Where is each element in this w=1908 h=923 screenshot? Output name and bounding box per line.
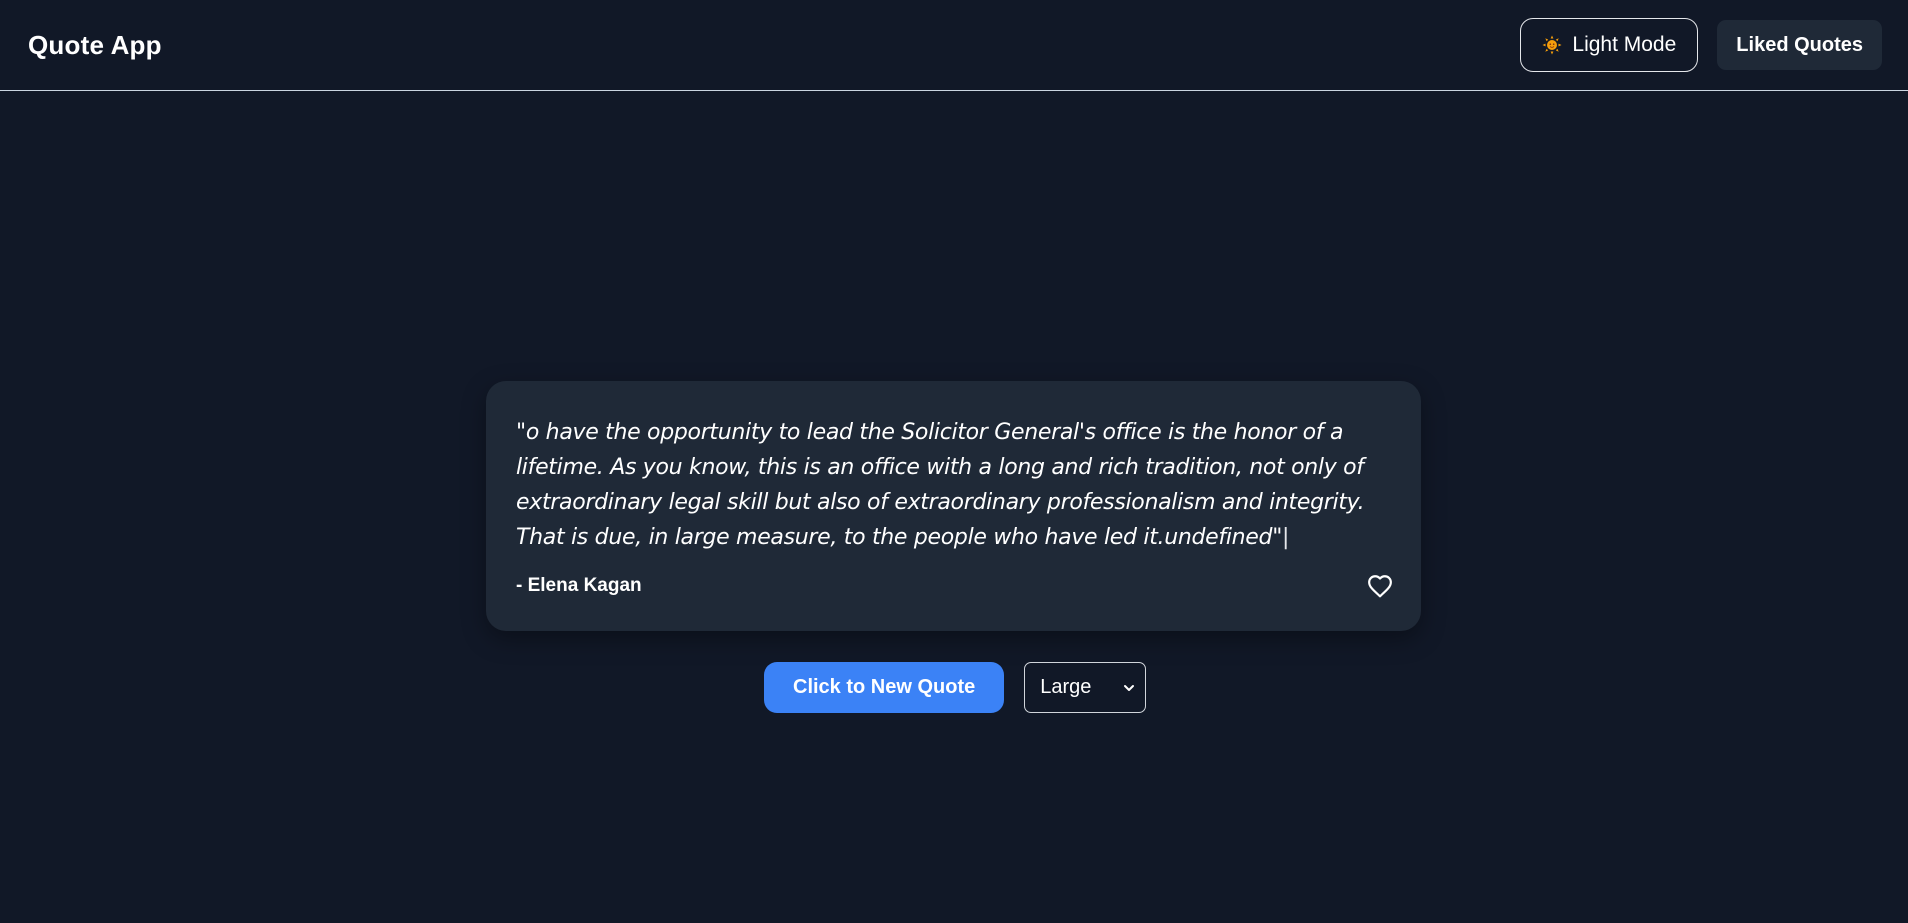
quote-text: "o have the opportunity to lead the Soli… <box>516 420 1365 550</box>
quote-footer: - Elena Kagan <box>516 571 1392 601</box>
theme-toggle-label: Light Mode <box>1572 33 1677 56</box>
sun-icon <box>1542 35 1562 55</box>
new-quote-button[interactable]: Click to New Quote <box>764 662 1005 713</box>
app-header: Quote App Light Mode Liked Quotes <box>0 0 1908 91</box>
liked-quotes-button[interactable]: Liked Quotes <box>1717 20 1882 70</box>
quote-controls: Click to New Quote Large <box>764 662 1147 713</box>
quote-author: - Elena Kagan <box>516 575 642 596</box>
font-size-selected: Large <box>1040 676 1092 698</box>
like-button[interactable] <box>1365 571 1395 601</box>
app-title: Quote App <box>28 29 162 60</box>
theme-toggle-button[interactable]: Light Mode <box>1520 18 1699 72</box>
font-size-select[interactable]: Large <box>1024 662 1147 713</box>
typing-cursor: | <box>1282 525 1290 550</box>
chevron-down-icon <box>1124 684 1135 691</box>
heart-outline-icon <box>1368 575 1392 598</box>
quote-card: "o have the opportunity to lead the Soli… <box>486 381 1421 631</box>
quote-text-container: "o have the opportunity to lead the Soli… <box>516 415 1391 555</box>
header-actions: Light Mode Liked Quotes <box>1520 18 1882 72</box>
